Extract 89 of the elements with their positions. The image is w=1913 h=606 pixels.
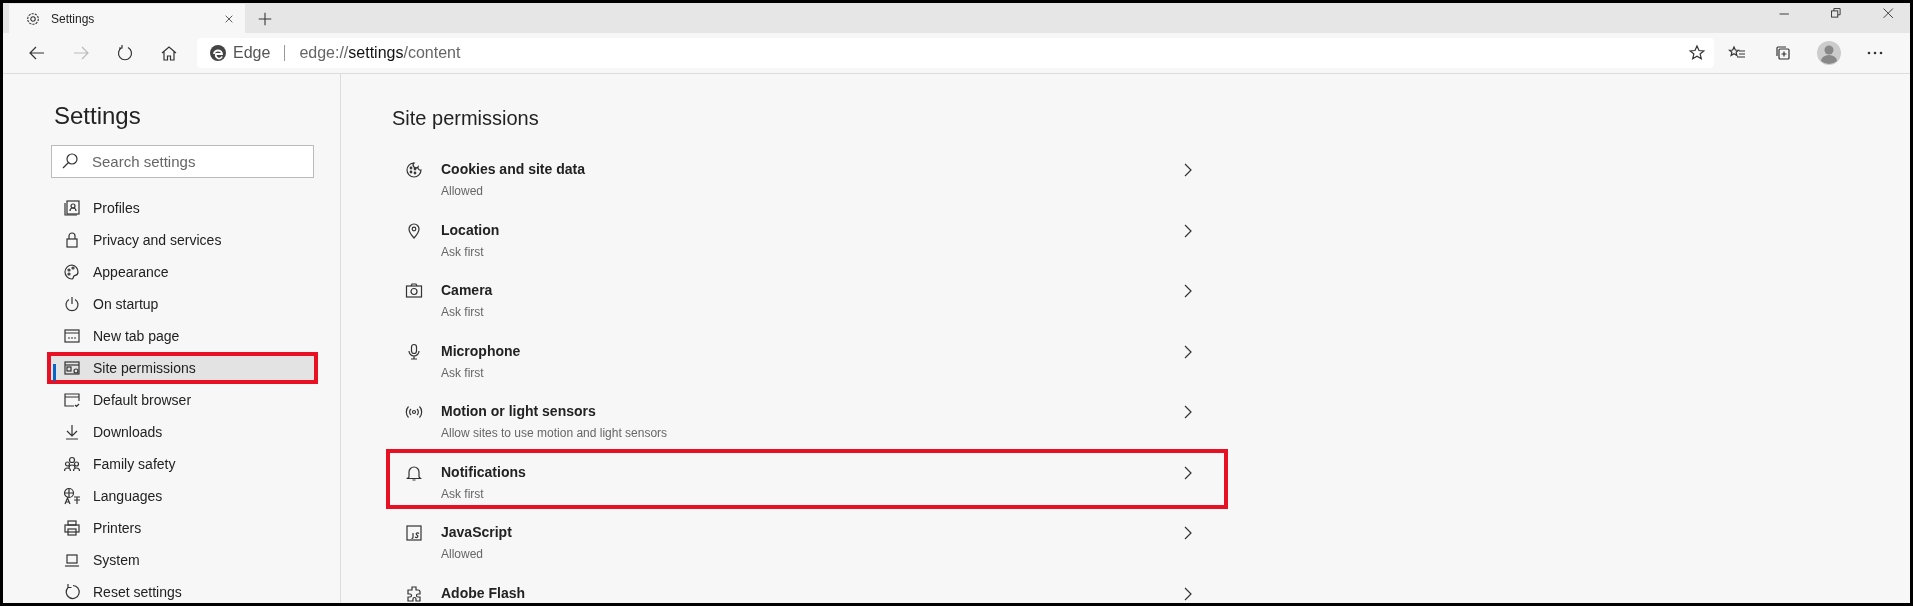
avatar-icon: [1817, 41, 1841, 65]
restore-icon: [1830, 7, 1844, 21]
search-icon: [61, 152, 79, 170]
permission-icon: [405, 342, 423, 361]
close-icon: [1882, 7, 1896, 21]
permission-name: Microphone: [441, 342, 522, 359]
plus-icon: [257, 11, 273, 27]
permission-name: Cookies and site data: [441, 161, 586, 177]
menu-item-icon: [63, 231, 81, 249]
menu-item-icon: [63, 487, 81, 505]
menu-item-icon: [63, 327, 81, 345]
sidebar-item[interactable]: Downloads: [47, 416, 318, 448]
more-icon: [1867, 51, 1883, 55]
permission-row[interactable]: Motion or light sensors Allow sites to use motion and light sensors: [386, 388, 1228, 449]
sidebar-item[interactable]: Default browser: [47, 384, 318, 416]
close-window-button[interactable]: [1882, 7, 1896, 21]
browser-tab[interactable]: Settings: [9, 4, 245, 33]
permission-icon: [405, 524, 423, 542]
search-field[interactable]: Search settings: [51, 145, 314, 178]
permission-name: Camera: [441, 282, 494, 298]
permission-status: Allow sites to use motion and light sensors: [441, 426, 669, 440]
permission-icon: [405, 282, 423, 300]
chevron-right-icon: [1182, 344, 1194, 359]
permission-row[interactable]: Notifications Ask first: [386, 448, 1228, 509]
favorite-button[interactable]: [1688, 44, 1706, 62]
site-label: Edge: [233, 44, 271, 62]
permission-status: Ask first: [441, 244, 485, 259]
permission-row[interactable]: Adobe Flash: [386, 569, 1228, 603]
menu-item-icon: [63, 519, 81, 537]
restore-button[interactable]: [1830, 7, 1844, 21]
permission-name: JavaScript: [441, 524, 513, 540]
star-icon: [1688, 44, 1706, 62]
chevron-right-icon: [1182, 163, 1194, 177]
gear-icon: [25, 10, 41, 27]
permission-status: Allowed: [441, 547, 485, 561]
menu-item-icon: [63, 391, 81, 409]
forward-arrow-icon: [72, 44, 90, 62]
permission-name: Motion or light sensors: [441, 403, 597, 419]
chevron-right-icon: [1182, 526, 1194, 540]
permission-row[interactable]: Cookies and site data Allowed: [386, 146, 1228, 207]
chevron-right-icon: [1182, 586, 1194, 601]
menu-item-icon: [63, 583, 81, 601]
menu-item-icon: [63, 423, 81, 441]
refresh-icon: [116, 44, 134, 62]
menu-item-icon: [63, 551, 81, 569]
permission-row[interactable]: Location Ask first: [386, 206, 1228, 267]
permission-icon: [405, 584, 423, 603]
sidebar-item[interactable]: Languages: [47, 480, 318, 512]
back-arrow-icon: [28, 44, 46, 62]
home-icon: [160, 44, 178, 62]
chevron-right-icon: [1182, 465, 1194, 480]
menu-item-icon: [63, 199, 81, 217]
permission-row[interactable]: JavaScript Allowed: [386, 509, 1228, 570]
permission-status: Ask first: [441, 305, 485, 319]
menu-item-icon: [63, 359, 81, 377]
sidebar-item[interactable]: On startup: [47, 288, 318, 320]
permission-name: Location: [441, 221, 501, 238]
sidebar-item[interactable]: Privacy and services: [47, 224, 318, 256]
sidebar-item[interactable]: Appearance: [47, 256, 318, 288]
permission-row[interactable]: Microphone Ask first: [386, 327, 1228, 388]
sidebar-item[interactable]: Family safety: [47, 448, 318, 480]
new-tab-button[interactable]: [257, 11, 273, 27]
sidebar-item[interactable]: New tab page: [47, 320, 318, 352]
address-bar[interactable]: Edge edge://settings/content: [197, 38, 1714, 68]
permission-status: Allowed: [441, 184, 485, 198]
menu-item-icon: [63, 263, 81, 281]
permission-status: Ask first: [441, 365, 485, 380]
sidebar-item[interactable]: Printers: [47, 512, 318, 544]
permission-name: Notifications: [441, 463, 527, 480]
permission-row[interactable]: Camera Ask first: [386, 267, 1228, 328]
sidebar-item[interactable]: Site permissions: [47, 352, 318, 384]
menu-item-icon: [63, 455, 81, 473]
sidebar-item[interactable]: Reset settings: [47, 576, 318, 603]
sidebar-item[interactable]: System: [47, 544, 318, 576]
section-title: Site permissions: [392, 107, 539, 130]
menu-item-icon: [63, 295, 81, 313]
sidebar-item[interactable]: Profiles: [47, 192, 318, 224]
permission-icon: [405, 463, 423, 482]
sidebar-title: Settings: [54, 102, 141, 130]
chevron-right-icon: [1182, 284, 1194, 298]
permission-status: Ask first: [441, 486, 485, 501]
edge-logo-icon: [209, 44, 227, 62]
permission-icon: [405, 221, 423, 240]
chevron-right-icon: [1182, 223, 1194, 238]
permission-name: Adobe Flash: [441, 584, 526, 601]
permission-icon: [405, 161, 423, 179]
url-text: edge://settings/content: [299, 44, 462, 62]
collections-icon: [1774, 44, 1792, 62]
chevron-right-icon: [1182, 405, 1194, 419]
